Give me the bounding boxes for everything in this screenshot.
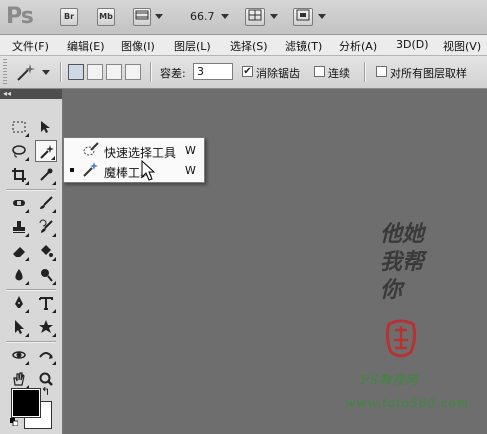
menu-image[interactable]: 图像(I): [121, 38, 155, 54]
screen-mode-dropdown-icon[interactable]: [318, 14, 326, 19]
mouse-cursor-icon: [141, 160, 155, 181]
3d-orbit-tool-button[interactable]: [35, 344, 57, 366]
extras-button[interactable]: [133, 8, 151, 26]
flyout-item-shortcut: W: [185, 144, 196, 157]
divider: [150, 62, 152, 82]
menu-layer[interactable]: 图层(L): [174, 38, 211, 54]
divider: [60, 62, 62, 82]
tool-preset-dropdown-icon[interactable]: [42, 70, 50, 75]
film-icon: [135, 10, 149, 20]
toolbox-divider: [6, 189, 56, 191]
history-brush-tool-button[interactable]: [35, 216, 57, 238]
watermark-site-title: PS教程网: [361, 373, 419, 387]
menu-analysis[interactable]: 分析(A): [339, 38, 377, 54]
paint-bucket-tool-button[interactable]: [35, 240, 57, 262]
sample-all-layers-checkbox[interactable]: [376, 66, 387, 77]
dodge-tool-button[interactable]: [35, 264, 57, 286]
mini-bridge-button[interactable]: Mb: [97, 8, 115, 26]
clone-stamp-tool-button[interactable]: [8, 216, 30, 238]
path-selection-tool-button[interactable]: [8, 316, 30, 338]
move-icon: [41, 121, 50, 133]
marquee-tool-button[interactable]: [8, 116, 30, 138]
contiguous-checkbox[interactable]: [314, 66, 325, 77]
antialias-label: 消除锯齿: [256, 67, 300, 80]
eraser-tool-button[interactable]: [8, 240, 30, 262]
swap-colors-icon[interactable]: ↰: [41, 385, 50, 398]
arrange-dropdown-icon[interactable]: [270, 14, 278, 19]
tool-flyout-menu: 快速选择工具 W 魔棒工具 W: [63, 137, 205, 183]
toolbox-panel: [0, 99, 63, 434]
contiguous-label: 连续: [328, 67, 350, 80]
move-tool-button[interactable]: [35, 116, 57, 138]
menu-filter[interactable]: 滤镜(T): [285, 38, 322, 54]
menu-select[interactable]: 选择(S): [230, 38, 268, 54]
screen-mode-button[interactable]: [293, 8, 313, 26]
shape-tool-button[interactable]: [35, 316, 57, 338]
crop-tool-button[interactable]: [8, 164, 30, 186]
pen-tool-button[interactable]: [8, 292, 30, 314]
menu-view[interactable]: 视图(V): [443, 38, 481, 54]
flyout-item-shortcut: W: [185, 164, 196, 177]
photoshop-logo: Ps: [6, 4, 34, 29]
arrange-documents-button[interactable]: [245, 8, 265, 26]
eyedropper-tool-button[interactable]: [35, 164, 57, 186]
options-bar: 容差: 3 ✔ 消除锯齿 连续 对所有图层取样: [0, 56, 487, 89]
menu-edit[interactable]: 编辑(E): [67, 38, 105, 54]
tolerance-label: 容差:: [160, 67, 186, 80]
toolbox-divider: [6, 289, 56, 291]
quick-selection-icon: [83, 142, 99, 156]
brush-tool-button[interactable]: [35, 192, 57, 214]
magic-wand-icon: [83, 162, 98, 177]
menu-file[interactable]: 文件(F): [12, 38, 49, 54]
magic-wand-tool-button[interactable]: [35, 140, 57, 162]
sample-all-layers-label: 对所有图层取样: [390, 67, 467, 80]
arrange-icon: [248, 9, 262, 21]
default-colors-icon[interactable]: [10, 418, 18, 426]
antialias-checkbox[interactable]: ✔: [242, 66, 253, 77]
magic-wand-icon: [17, 64, 35, 81]
intersect-selection-button[interactable]: [125, 64, 141, 80]
watermark-url: www.tata580.com: [345, 396, 470, 410]
new-selection-button[interactable]: [68, 64, 84, 80]
screen-mode-icon: [296, 9, 310, 21]
menu-bar: 文件(F) 编辑(E) 图像(I) 图层(L) 选择(S) 滤镜(T) 分析(A…: [0, 35, 487, 56]
bridge-button[interactable]: Br: [60, 8, 78, 26]
application-bar: Ps Br Mb 66.7: [0, 0, 487, 35]
menu-3d[interactable]: 3D(D): [396, 38, 429, 51]
hand-tool-button[interactable]: [8, 368, 30, 390]
spot-healing-tool-button[interactable]: [8, 192, 30, 214]
toolbox-divider: [6, 341, 56, 343]
options-grip[interactable]: [3, 59, 7, 85]
signature-watermark: 他她 我帮 你: [380, 221, 425, 303]
divider: [364, 62, 366, 82]
flyout-item-quick-selection[interactable]: 快速选择工具 W: [64, 140, 204, 160]
subtract-from-selection-button[interactable]: [106, 64, 122, 80]
toolbox-collapse-bar[interactable]: ◂◂: [0, 89, 62, 99]
seal-stamp-icon: [385, 319, 417, 358]
add-to-selection-button[interactable]: [87, 64, 103, 80]
tool-preset-picker[interactable]: [14, 62, 54, 82]
3d-rotate-tool-button[interactable]: [8, 344, 30, 366]
extras-dropdown-icon[interactable]: [155, 14, 163, 19]
tolerance-input[interactable]: 3: [193, 63, 233, 80]
flyout-item-label: 快速选择工具: [104, 146, 177, 160]
type-tool-button[interactable]: [35, 292, 57, 314]
blur-tool-button[interactable]: [8, 264, 30, 286]
zoom-level[interactable]: 66.7: [190, 10, 215, 23]
lasso-tool-button[interactable]: [8, 140, 30, 162]
selected-bullet-icon: [70, 168, 74, 172]
zoom-dropdown-icon[interactable]: [221, 14, 229, 19]
foreground-color-swatch[interactable]: [11, 388, 41, 418]
flyout-item-magic-wand[interactable]: 魔棒工具 W: [64, 160, 204, 180]
